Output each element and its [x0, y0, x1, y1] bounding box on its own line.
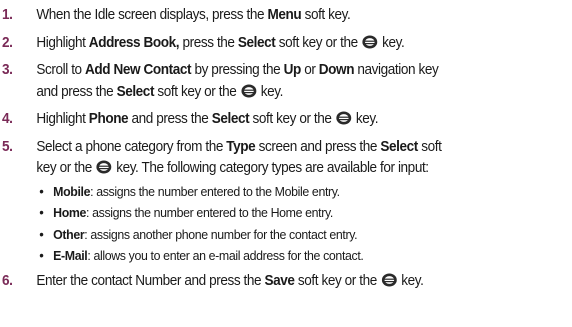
text-run: by pressing the [191, 62, 284, 78]
step-4: 4. Highlight Phone and press the Select … [2, 109, 532, 131]
text-run: key. [378, 34, 405, 51]
text-run: or [300, 62, 319, 78]
text-run: Highlight [36, 111, 89, 127]
text-run: soft key or the [249, 111, 335, 127]
step-6: 6. Enter the contact Number and press th… [2, 271, 532, 293]
step-text-line-1: Scroll to Add New Contact by pressing th… [36, 60, 532, 82]
ok-key-icon [362, 35, 378, 48]
category-term: E-Mail [53, 248, 88, 263]
bullet-glyph: • [39, 182, 44, 199]
text-run: Scroll to [36, 62, 86, 78]
save-key-name: Save [264, 272, 295, 289]
step-number: 6. [2, 272, 13, 289]
select-key-name: Select [211, 111, 250, 127]
text-run: key. [397, 272, 424, 289]
step-number: 2. [2, 34, 13, 51]
step-3: 3. Scroll to Add New Contact by pressing… [2, 60, 532, 103]
text-run: soft key or the [275, 34, 362, 51]
menu-key-name: Menu [267, 7, 302, 23]
step-text: Highlight Phone and press the Select sof… [36, 109, 532, 131]
step-text-line-2: key or the key. The following category t… [36, 158, 532, 180]
text-run: Highlight [36, 34, 89, 51]
address-book-name: Address Book, [88, 34, 180, 51]
select-key-name: Select [116, 83, 155, 100]
text-run: navigation key [354, 62, 439, 78]
text-run: soft key or the [294, 272, 381, 289]
text-run: key. [352, 111, 379, 127]
step-number: 1. [2, 7, 13, 23]
category-description: : assigns another phone number for the c… [84, 226, 358, 242]
phone-name: Phone [88, 111, 129, 127]
type-screen-name: Type [226, 138, 256, 155]
text-run: screen and press the [255, 138, 381, 155]
step-2: 2. Highlight Address Book, press the Sel… [2, 33, 532, 55]
text-run: Select a phone category from the [36, 138, 227, 155]
bullet-glyph: • [39, 225, 44, 242]
list-item: • Home: assigns the number entered to the… [36, 202, 532, 224]
step-number: 5. [2, 138, 13, 155]
bullet-glyph: • [39, 204, 44, 220]
text-run: Enter the contact Number and press the [36, 272, 265, 289]
step-text-line-1: Select a phone category from the Type sc… [36, 137, 532, 159]
category-description: : assigns the number entered to the Home… [86, 205, 333, 220]
text-run: key or the [36, 160, 96, 176]
ok-key-icon [96, 160, 112, 174]
text-run: key. The following category types are av… [112, 160, 429, 176]
category-term: Mobile [53, 183, 91, 199]
category-description: : assigns the number entered to the Mobi… [90, 183, 340, 199]
list-item: • E-Mail: allows you to enter an e-mail a… [36, 245, 532, 267]
text-run: and press the [128, 111, 212, 127]
ok-key-icon [241, 84, 257, 97]
list-item: • Mobile: assigns the number entered to t… [36, 181, 532, 203]
instructions-page: 1. When the Idle screen displays, press … [0, 0, 572, 327]
bullet-glyph: • [39, 247, 44, 263]
step-text: Enter the contact Number and press the S… [36, 271, 532, 293]
step-5: 5. Select a phone category from the Type… [2, 137, 532, 267]
text-run: soft key. [301, 7, 351, 23]
step-number: 3. [2, 62, 13, 78]
list-item: • Other: assigns another phone number for… [36, 224, 532, 246]
step-text-line-2: and press the Select soft key or the key… [36, 82, 532, 104]
text-run: key. [257, 83, 284, 100]
ok-key-icon [336, 111, 352, 125]
text-run: soft [417, 138, 442, 155]
category-description: : allows you to enter an e-mail address … [87, 248, 364, 263]
step-text: Highlight Address Book, press the Select… [36, 33, 532, 55]
up-key-name: Up [283, 62, 302, 78]
text-run: and press the [36, 83, 117, 100]
step-number: 4. [2, 111, 13, 127]
ok-key-icon [381, 273, 397, 286]
text-run: When the Idle screen displays, press the [36, 7, 268, 23]
step-1: 1. When the Idle screen displays, press … [2, 5, 532, 27]
category-type-list: • Mobile: assigns the number entered to t… [36, 181, 532, 267]
select-key-name: Select [237, 34, 276, 51]
step-text: When the Idle screen displays, press the… [36, 5, 532, 27]
down-key-name: Down [318, 62, 355, 78]
category-term: Other [53, 226, 85, 242]
select-key-name: Select [380, 138, 418, 155]
add-new-contact-name: Add New Contact [85, 62, 192, 78]
category-term: Home [53, 205, 87, 220]
text-run: soft key or the [154, 83, 240, 100]
text-run: press the [179, 34, 238, 51]
